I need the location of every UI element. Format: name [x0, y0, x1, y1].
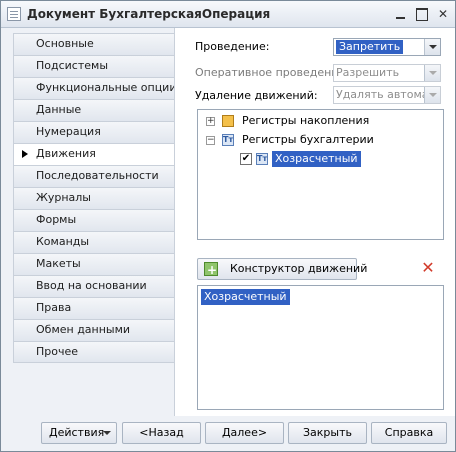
tab-label: Нумерация: [36, 125, 101, 138]
movements-panel: Проведение: Запретить Оперативное провед…: [174, 28, 455, 416]
tab-journals[interactable]: Журналы: [13, 187, 175, 209]
tab-label: Прочее: [36, 345, 79, 358]
footer-buttons: Действия <Назад Далее> Закрыть Справка: [1, 416, 455, 451]
tab-label: Формы: [36, 213, 77, 226]
tab-label: Ввод на основании: [36, 279, 147, 292]
tab-rights[interactable]: Права: [13, 297, 175, 319]
delete-movements-label: Удаление движений:: [195, 89, 318, 102]
tab-label: Последовательности: [36, 169, 159, 182]
tree-node-accounting-registers[interactable]: − Тт Регистры бухгалтерии: [198, 131, 443, 149]
movements-list: Хозрасчетный: [197, 285, 444, 410]
title-bar: Документ БухгалтерскаяОперация ✕: [1, 1, 455, 28]
chevron-down-icon[interactable]: [424, 65, 440, 81]
tab-subsystems[interactable]: Подсистемы: [13, 55, 175, 77]
tab-templates[interactable]: Макеты: [13, 253, 175, 275]
tree-node-khozraschetny[interactable]: ✔ Тт Хозрасчетный: [198, 150, 443, 168]
tab-label: Обмен данными: [36, 323, 131, 336]
expand-icon[interactable]: +: [206, 117, 215, 126]
movement-constructor-button[interactable]: Конструктор движений: [197, 258, 367, 280]
posting-value: Запретить: [336, 40, 404, 54]
tab-data[interactable]: Данные: [13, 99, 175, 121]
posting-label: Проведение:: [195, 40, 270, 53]
actions-label: Действия: [49, 426, 105, 439]
actions-button[interactable]: Действия: [41, 422, 117, 444]
tab-label: Подсистемы: [36, 59, 109, 72]
chevron-down-icon: [103, 431, 111, 435]
movement-constructor-label: Конструктор движений: [230, 262, 368, 275]
collapse-icon[interactable]: −: [206, 136, 215, 145]
help-button[interactable]: Справка: [371, 422, 447, 444]
close-button[interactable]: Закрыть: [288, 422, 367, 444]
tab-commands[interactable]: Команды: [13, 231, 175, 253]
document-properties-window: Документ БухгалтерскаяОперация ✕ Основны…: [0, 0, 456, 452]
accumulation-register-icon: [222, 115, 234, 127]
registers-tree: + Регистры накопления − Тт Регистры бухг…: [197, 109, 444, 240]
delete-movements-select[interactable]: Удалять автомат: [333, 86, 441, 104]
tab-label: Макеты: [36, 257, 81, 270]
tree-node-accumulation-registers[interactable]: + Регистры накопления: [198, 112, 443, 130]
posting-select[interactable]: Запретить: [333, 38, 441, 56]
constructor-icon: [204, 260, 218, 280]
back-button[interactable]: <Назад: [122, 422, 201, 444]
tree-node-label: Регистры бухгалтерии: [242, 133, 374, 146]
close-icon[interactable]: ✕: [435, 6, 451, 22]
realtime-posting-select[interactable]: Разрешить: [333, 64, 441, 82]
tab-label: Данные: [36, 103, 82, 116]
chevron-down-icon[interactable]: [424, 39, 440, 55]
maximize-icon[interactable]: [414, 6, 430, 22]
tree-node-label: Регистры накопления: [242, 114, 370, 127]
tab-label: Основные: [36, 37, 94, 50]
tab-functional-options[interactable]: Функциональные опции: [13, 77, 177, 99]
tab-input-based-on[interactable]: Ввод на основании: [13, 275, 175, 297]
chevron-down-icon[interactable]: [424, 87, 440, 103]
tab-label: Движения: [36, 147, 96, 160]
window-title: Документ БухгалтерскаяОперация: [27, 7, 271, 21]
tab-sequences[interactable]: Последовательности: [13, 165, 175, 187]
tab-label: Права: [36, 301, 72, 314]
tab-label: Функциональные опции: [36, 81, 177, 94]
tab-other[interactable]: Прочее: [13, 341, 175, 363]
tab-label: Команды: [36, 235, 90, 248]
realtime-posting-label: Оперативное проведение:: [195, 66, 349, 79]
tab-movements[interactable]: Движения: [13, 143, 175, 165]
active-tab-arrow-icon: [22, 150, 28, 158]
minimize-icon[interactable]: [393, 6, 409, 22]
accounting-register-icon: Тт: [256, 153, 268, 165]
document-icon: [7, 7, 21, 21]
realtime-posting-value: Разрешить: [336, 66, 400, 79]
next-button[interactable]: Далее>: [205, 422, 284, 444]
tab-label: Журналы: [36, 191, 91, 204]
list-item[interactable]: Хозрасчетный: [201, 289, 290, 305]
delete-icon[interactable]: ✕: [421, 260, 435, 276]
accounting-register-icon: Тт: [222, 134, 234, 146]
property-tabs: Основные Подсистемы Функциональные опции…: [13, 33, 177, 363]
tree-node-label: Хозрасчетный: [272, 151, 361, 167]
tab-forms[interactable]: Формы: [13, 209, 175, 231]
tab-main[interactable]: Основные: [13, 33, 175, 55]
tab-data-exchange[interactable]: Обмен данными: [13, 319, 175, 341]
delete-movements-value: Удалять автомат: [336, 88, 435, 101]
register-checkbox[interactable]: ✔: [240, 153, 252, 165]
tab-numbering[interactable]: Нумерация: [13, 121, 175, 143]
